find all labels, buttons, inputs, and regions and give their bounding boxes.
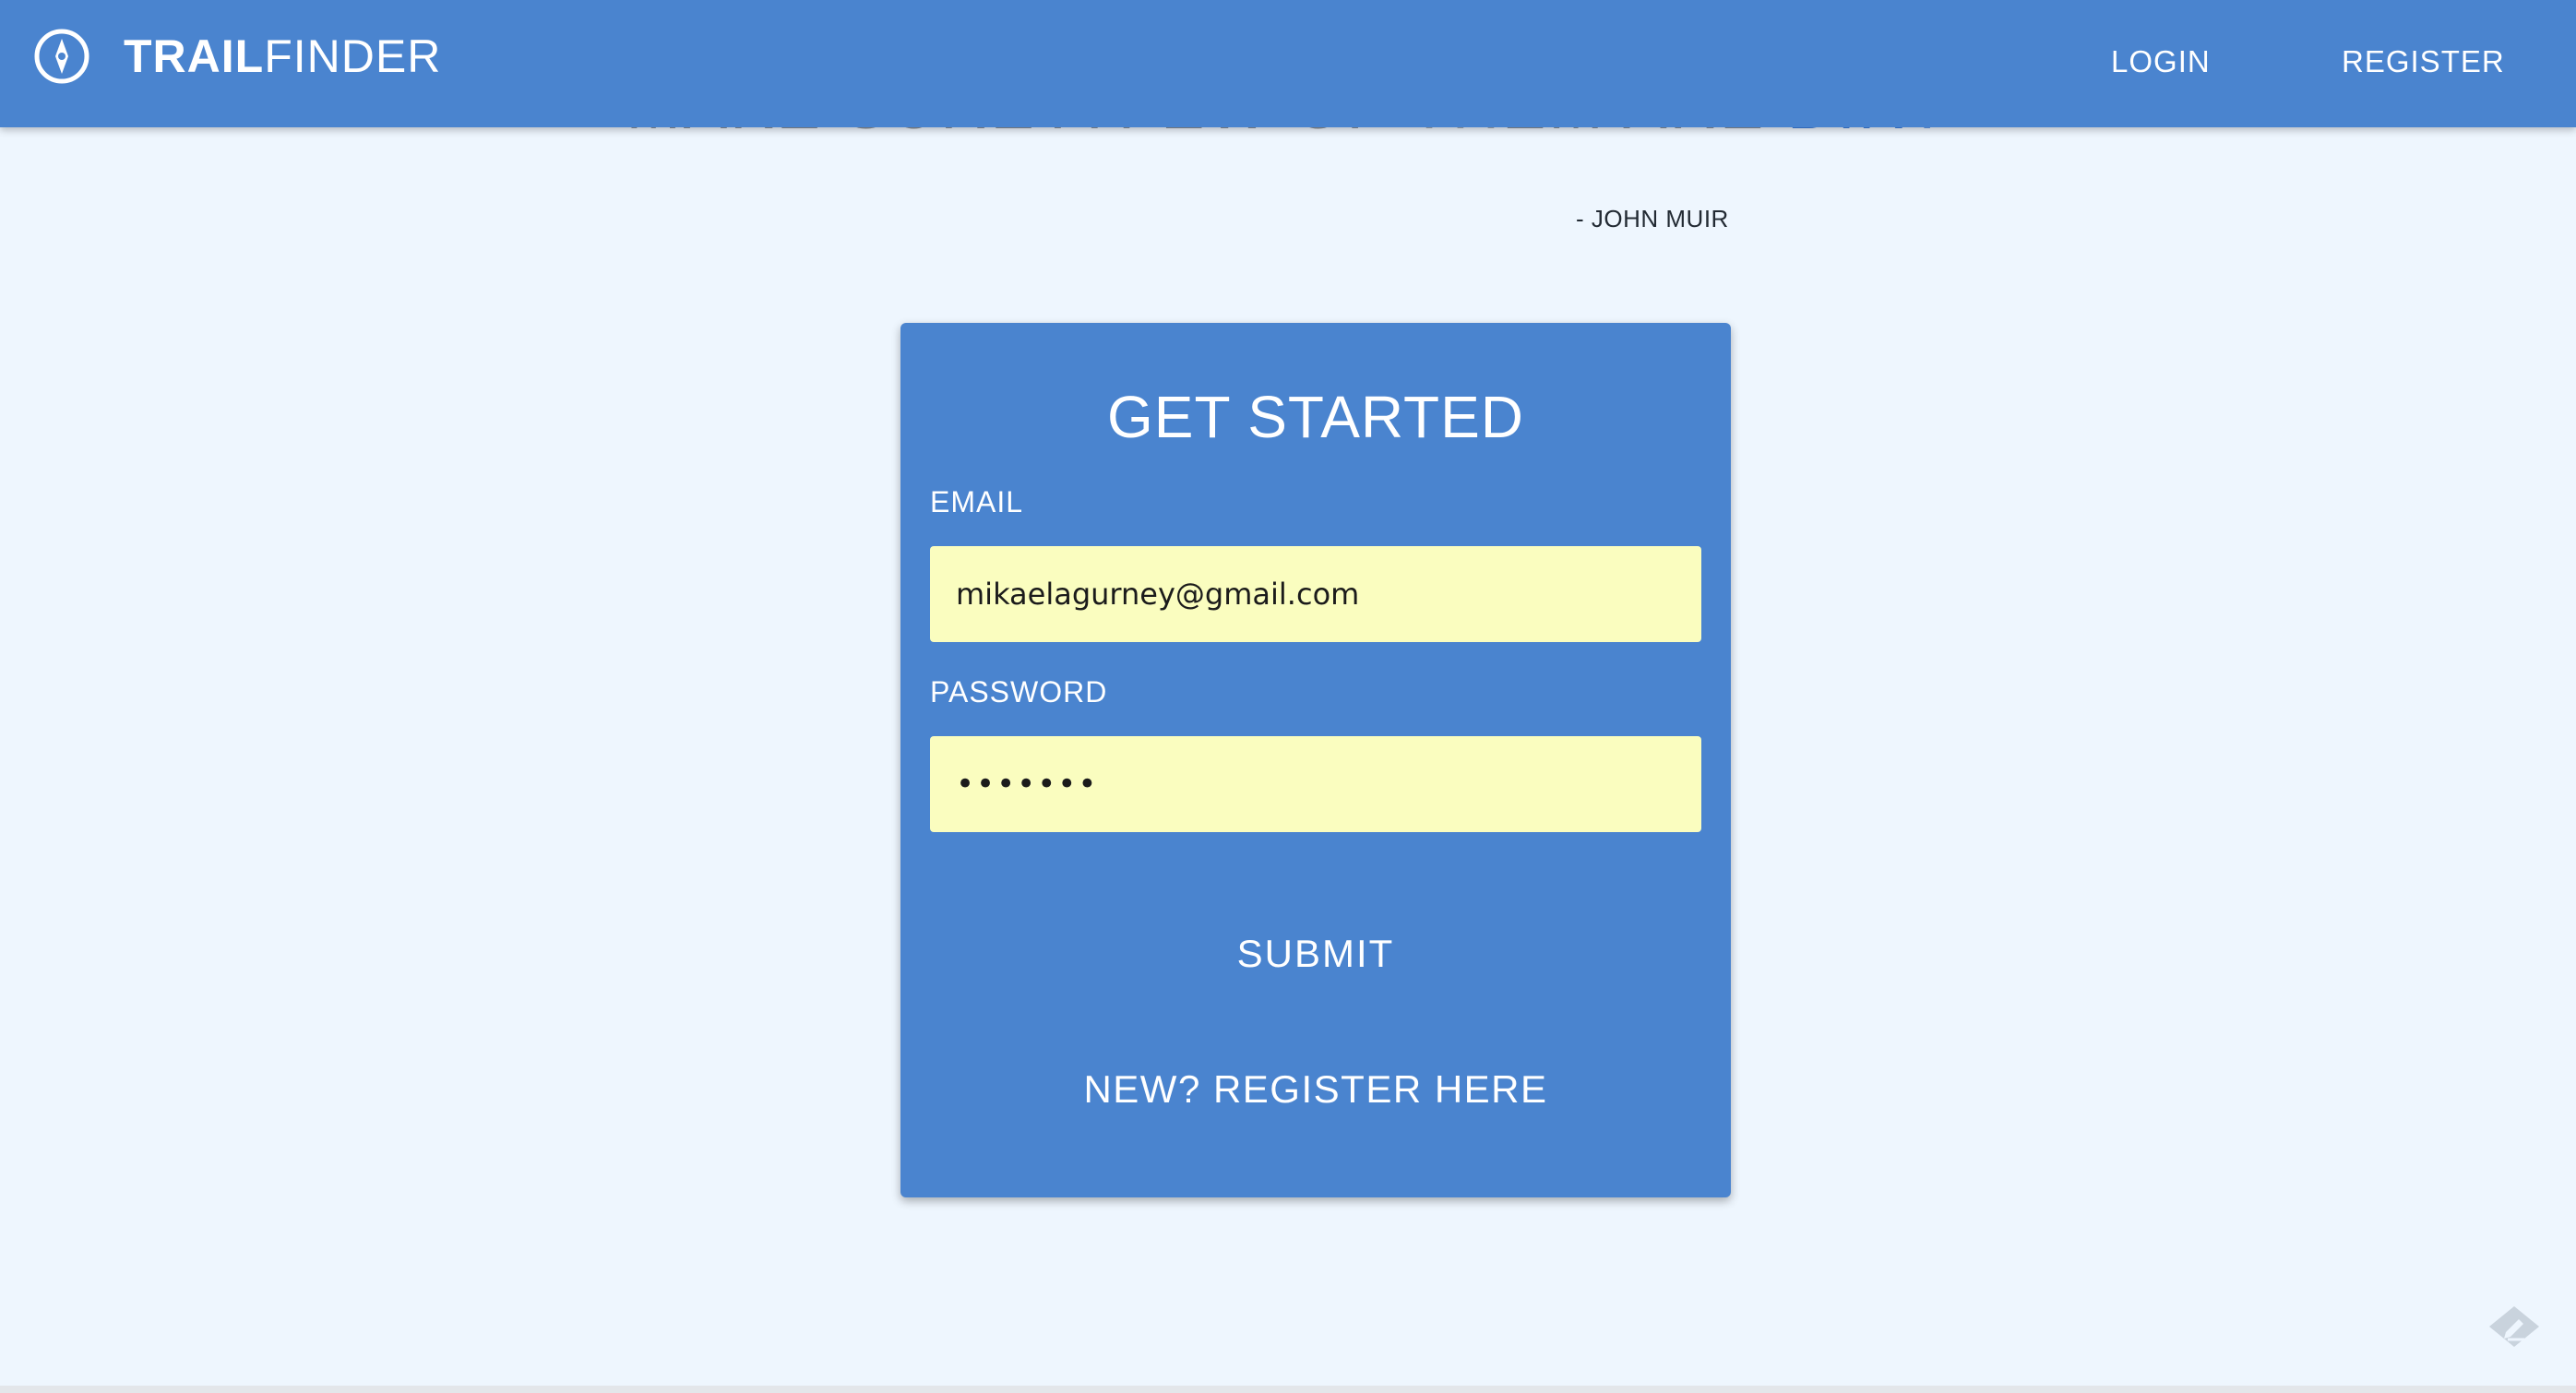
nav-register-link[interactable]: REGISTER — [2342, 46, 2505, 77]
top-navbar: TRAILFINDER LOGIN REGISTER — [0, 0, 2576, 127]
card-title: GET STARTED — [1107, 384, 1524, 450]
submit-button[interactable]: SUBMIT — [930, 908, 1701, 1000]
email-field[interactable] — [930, 546, 1701, 642]
brand-light: FINDER — [264, 30, 442, 82]
quote-attribution: - JOHN MUIR — [1576, 205, 1729, 232]
feedback-pencil-icon[interactable] — [2487, 1304, 2541, 1349]
password-label: PASSWORD — [930, 675, 1108, 708]
password-field[interactable] — [930, 736, 1701, 832]
email-label: EMAIL — [930, 485, 1024, 518]
brand-logo[interactable]: TRAILFINDER — [124, 33, 441, 79]
register-here-link[interactable]: NEW? REGISTER HERE — [900, 1070, 1731, 1109]
footer-divider — [0, 1386, 2576, 1393]
brand-bold: TRAIL — [124, 30, 265, 82]
compass-icon[interactable] — [32, 27, 91, 86]
login-card: GET STARTED EMAIL PASSWORD SUBMIT NEW? R… — [900, 323, 1731, 1197]
nav-login-link[interactable]: LOGIN — [2111, 46, 2211, 77]
